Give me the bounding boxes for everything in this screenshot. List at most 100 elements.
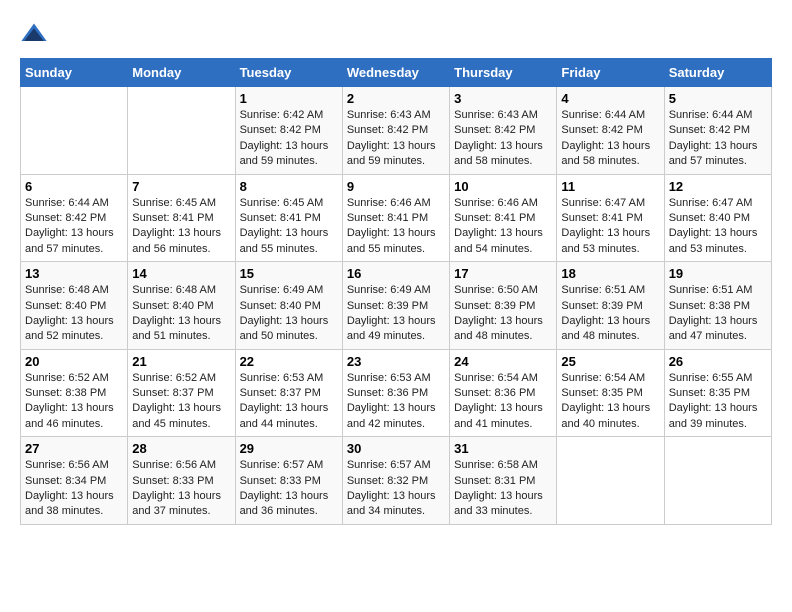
calendar-cell: [664, 437, 771, 525]
calendar-cell: 1 Sunrise: 6:42 AMSunset: 8:42 PMDaylight…: [235, 87, 342, 175]
day-info: Sunrise: 6:47 AMSunset: 8:41 PMDaylight:…: [561, 196, 659, 258]
day-number: 18: [561, 266, 659, 281]
day-info: Sunrise: 6:50 AMSunset: 8:39 PMDaylight:…: [454, 283, 552, 345]
day-number: 17: [454, 266, 552, 281]
weekday-saturday: Saturday: [664, 59, 771, 87]
day-number: 5: [669, 91, 767, 106]
day-info: Sunrise: 6:44 AMSunset: 8:42 PMDaylight:…: [561, 108, 659, 170]
calendar-cell: 18Sunrise: 6:51 AMSunset: 8:39 PMDayligh…: [557, 262, 664, 350]
day-number: 2: [347, 91, 445, 106]
day-number: 25: [561, 354, 659, 369]
day-number: 27: [25, 441, 123, 456]
calendar-cell: 30 Sunrise: 6:57 AMSunset: 8:32 PMDayligh…: [342, 437, 449, 525]
day-info: Sunrise: 6:46 AMSunset: 8:41 PMDaylight:…: [454, 196, 552, 258]
day-info: Sunrise: 6:54 AMSunset: 8:36 PMDaylight:…: [454, 371, 552, 433]
logo-icon: [20, 20, 48, 48]
weekday-tuesday: Tuesday: [235, 59, 342, 87]
day-number: 14: [132, 266, 230, 281]
day-number: 26: [669, 354, 767, 369]
calendar-cell: 7 Sunrise: 6:45 AMSunset: 8:41 PMDaylight…: [128, 174, 235, 262]
day-number: 22: [240, 354, 338, 369]
calendar-cell: 9Sunrise: 6:46 AMSunset: 8:41 PMDaylight…: [342, 174, 449, 262]
calendar-cell: 13 Sunrise: 6:48 AMSunset: 8:40 PMDayligh…: [21, 262, 128, 350]
day-number: 13: [25, 266, 123, 281]
calendar-cell: 21 Sunrise: 6:52 AMSunset: 8:37 PMDayligh…: [128, 349, 235, 437]
day-number: 10: [454, 179, 552, 194]
day-number: 28: [132, 441, 230, 456]
calendar-cell: 24 Sunrise: 6:54 AMSunset: 8:36 PMDayligh…: [450, 349, 557, 437]
day-info: Sunrise: 6:48 AMSunset: 8:40 PMDaylight:…: [132, 283, 230, 345]
calendar-cell: 28 Sunrise: 6:56 AMSunset: 8:33 PMDayligh…: [128, 437, 235, 525]
day-info: Sunrise: 6:55 AMSunset: 8:35 PMDaylight:…: [669, 371, 767, 433]
day-info: Sunrise: 6:48 AMSunset: 8:40 PMDaylight:…: [25, 283, 123, 345]
day-info: Sunrise: 6:43 AMSunset: 8:42 PMDaylight:…: [454, 108, 552, 170]
day-info: Sunrise: 6:56 AMSunset: 8:33 PMDaylight:…: [132, 458, 230, 520]
calendar-cell: 10 Sunrise: 6:46 AMSunset: 8:41 PMDayligh…: [450, 174, 557, 262]
day-number: 16: [347, 266, 445, 281]
day-info: Sunrise: 6:54 AMSunset: 8:35 PMDaylight:…: [561, 371, 659, 433]
calendar-cell: 23 Sunrise: 6:53 AMSunset: 8:36 PMDayligh…: [342, 349, 449, 437]
calendar-week-3: 13 Sunrise: 6:48 AMSunset: 8:40 PMDayligh…: [21, 262, 772, 350]
day-info: Sunrise: 6:42 AMSunset: 8:42 PMDaylight:…: [240, 108, 338, 170]
day-number: 30: [347, 441, 445, 456]
calendar-cell: 5 Sunrise: 6:44 AMSunset: 8:42 PMDaylight…: [664, 87, 771, 175]
page-header: [20, 20, 772, 48]
calendar-cell: 31Sunrise: 6:58 AMSunset: 8:31 PMDayligh…: [450, 437, 557, 525]
day-info: Sunrise: 6:52 AMSunset: 8:37 PMDaylight:…: [132, 371, 230, 433]
weekday-friday: Friday: [557, 59, 664, 87]
day-info: Sunrise: 6:57 AMSunset: 8:32 PMDaylight:…: [347, 458, 445, 520]
calendar-cell: 14 Sunrise: 6:48 AMSunset: 8:40 PMDayligh…: [128, 262, 235, 350]
calendar-cell: 11Sunrise: 6:47 AMSunset: 8:41 PMDayligh…: [557, 174, 664, 262]
day-number: 15: [240, 266, 338, 281]
day-number: 31: [454, 441, 552, 456]
day-info: Sunrise: 6:53 AMSunset: 8:37 PMDaylight:…: [240, 371, 338, 433]
day-number: 19: [669, 266, 767, 281]
day-info: Sunrise: 6:46 AMSunset: 8:41 PMDaylight:…: [347, 196, 445, 258]
calendar-cell: 27 Sunrise: 6:56 AMSunset: 8:34 PMDayligh…: [21, 437, 128, 525]
day-number: 8: [240, 179, 338, 194]
calendar-cell: 4Sunrise: 6:44 AMSunset: 8:42 PMDaylight…: [557, 87, 664, 175]
day-info: Sunrise: 6:51 AMSunset: 8:38 PMDaylight:…: [669, 283, 767, 345]
day-number: 20: [25, 354, 123, 369]
day-info: Sunrise: 6:47 AMSunset: 8:40 PMDaylight:…: [669, 196, 767, 258]
calendar-week-1: 1 Sunrise: 6:42 AMSunset: 8:42 PMDaylight…: [21, 87, 772, 175]
day-number: 3: [454, 91, 552, 106]
calendar-cell: 15 Sunrise: 6:49 AMSunset: 8:40 PMDayligh…: [235, 262, 342, 350]
logo: [20, 20, 50, 48]
weekday-thursday: Thursday: [450, 59, 557, 87]
day-number: 7: [132, 179, 230, 194]
calendar-cell: 29Sunrise: 6:57 AMSunset: 8:33 PMDayligh…: [235, 437, 342, 525]
day-info: Sunrise: 6:49 AMSunset: 8:40 PMDaylight:…: [240, 283, 338, 345]
day-info: Sunrise: 6:53 AMSunset: 8:36 PMDaylight:…: [347, 371, 445, 433]
calendar-cell: [128, 87, 235, 175]
calendar-cell: [21, 87, 128, 175]
day-info: Sunrise: 6:44 AMSunset: 8:42 PMDaylight:…: [669, 108, 767, 170]
day-info: Sunrise: 6:56 AMSunset: 8:34 PMDaylight:…: [25, 458, 123, 520]
day-number: 12: [669, 179, 767, 194]
calendar-cell: 26 Sunrise: 6:55 AMSunset: 8:35 PMDayligh…: [664, 349, 771, 437]
calendar-cell: [557, 437, 664, 525]
day-info: Sunrise: 6:52 AMSunset: 8:38 PMDaylight:…: [25, 371, 123, 433]
calendar-body: 1 Sunrise: 6:42 AMSunset: 8:42 PMDaylight…: [21, 87, 772, 525]
calendar-cell: 8Sunrise: 6:45 AMSunset: 8:41 PMDaylight…: [235, 174, 342, 262]
calendar-cell: 12 Sunrise: 6:47 AMSunset: 8:40 PMDayligh…: [664, 174, 771, 262]
calendar-table: SundayMondayTuesdayWednesdayThursdayFrid…: [20, 58, 772, 525]
day-number: 6: [25, 179, 123, 194]
day-info: Sunrise: 6:49 AMSunset: 8:39 PMDaylight:…: [347, 283, 445, 345]
day-number: 24: [454, 354, 552, 369]
day-info: Sunrise: 6:45 AMSunset: 8:41 PMDaylight:…: [132, 196, 230, 258]
calendar-header: SundayMondayTuesdayWednesdayThursdayFrid…: [21, 59, 772, 87]
calendar-cell: 25 Sunrise: 6:54 AMSunset: 8:35 PMDayligh…: [557, 349, 664, 437]
day-number: 1: [240, 91, 338, 106]
day-number: 23: [347, 354, 445, 369]
calendar-cell: 6Sunrise: 6:44 AMSunset: 8:42 PMDaylight…: [21, 174, 128, 262]
calendar-week-2: 6Sunrise: 6:44 AMSunset: 8:42 PMDaylight…: [21, 174, 772, 262]
calendar-week-5: 27 Sunrise: 6:56 AMSunset: 8:34 PMDayligh…: [21, 437, 772, 525]
calendar-cell: 20 Sunrise: 6:52 AMSunset: 8:38 PMDayligh…: [21, 349, 128, 437]
day-number: 29: [240, 441, 338, 456]
calendar-week-4: 20 Sunrise: 6:52 AMSunset: 8:38 PMDayligh…: [21, 349, 772, 437]
calendar-cell: 3 Sunrise: 6:43 AMSunset: 8:42 PMDaylight…: [450, 87, 557, 175]
calendar-cell: 16 Sunrise: 6:49 AMSunset: 8:39 PMDayligh…: [342, 262, 449, 350]
day-number: 21: [132, 354, 230, 369]
calendar-cell: 2Sunrise: 6:43 AMSunset: 8:42 PMDaylight…: [342, 87, 449, 175]
